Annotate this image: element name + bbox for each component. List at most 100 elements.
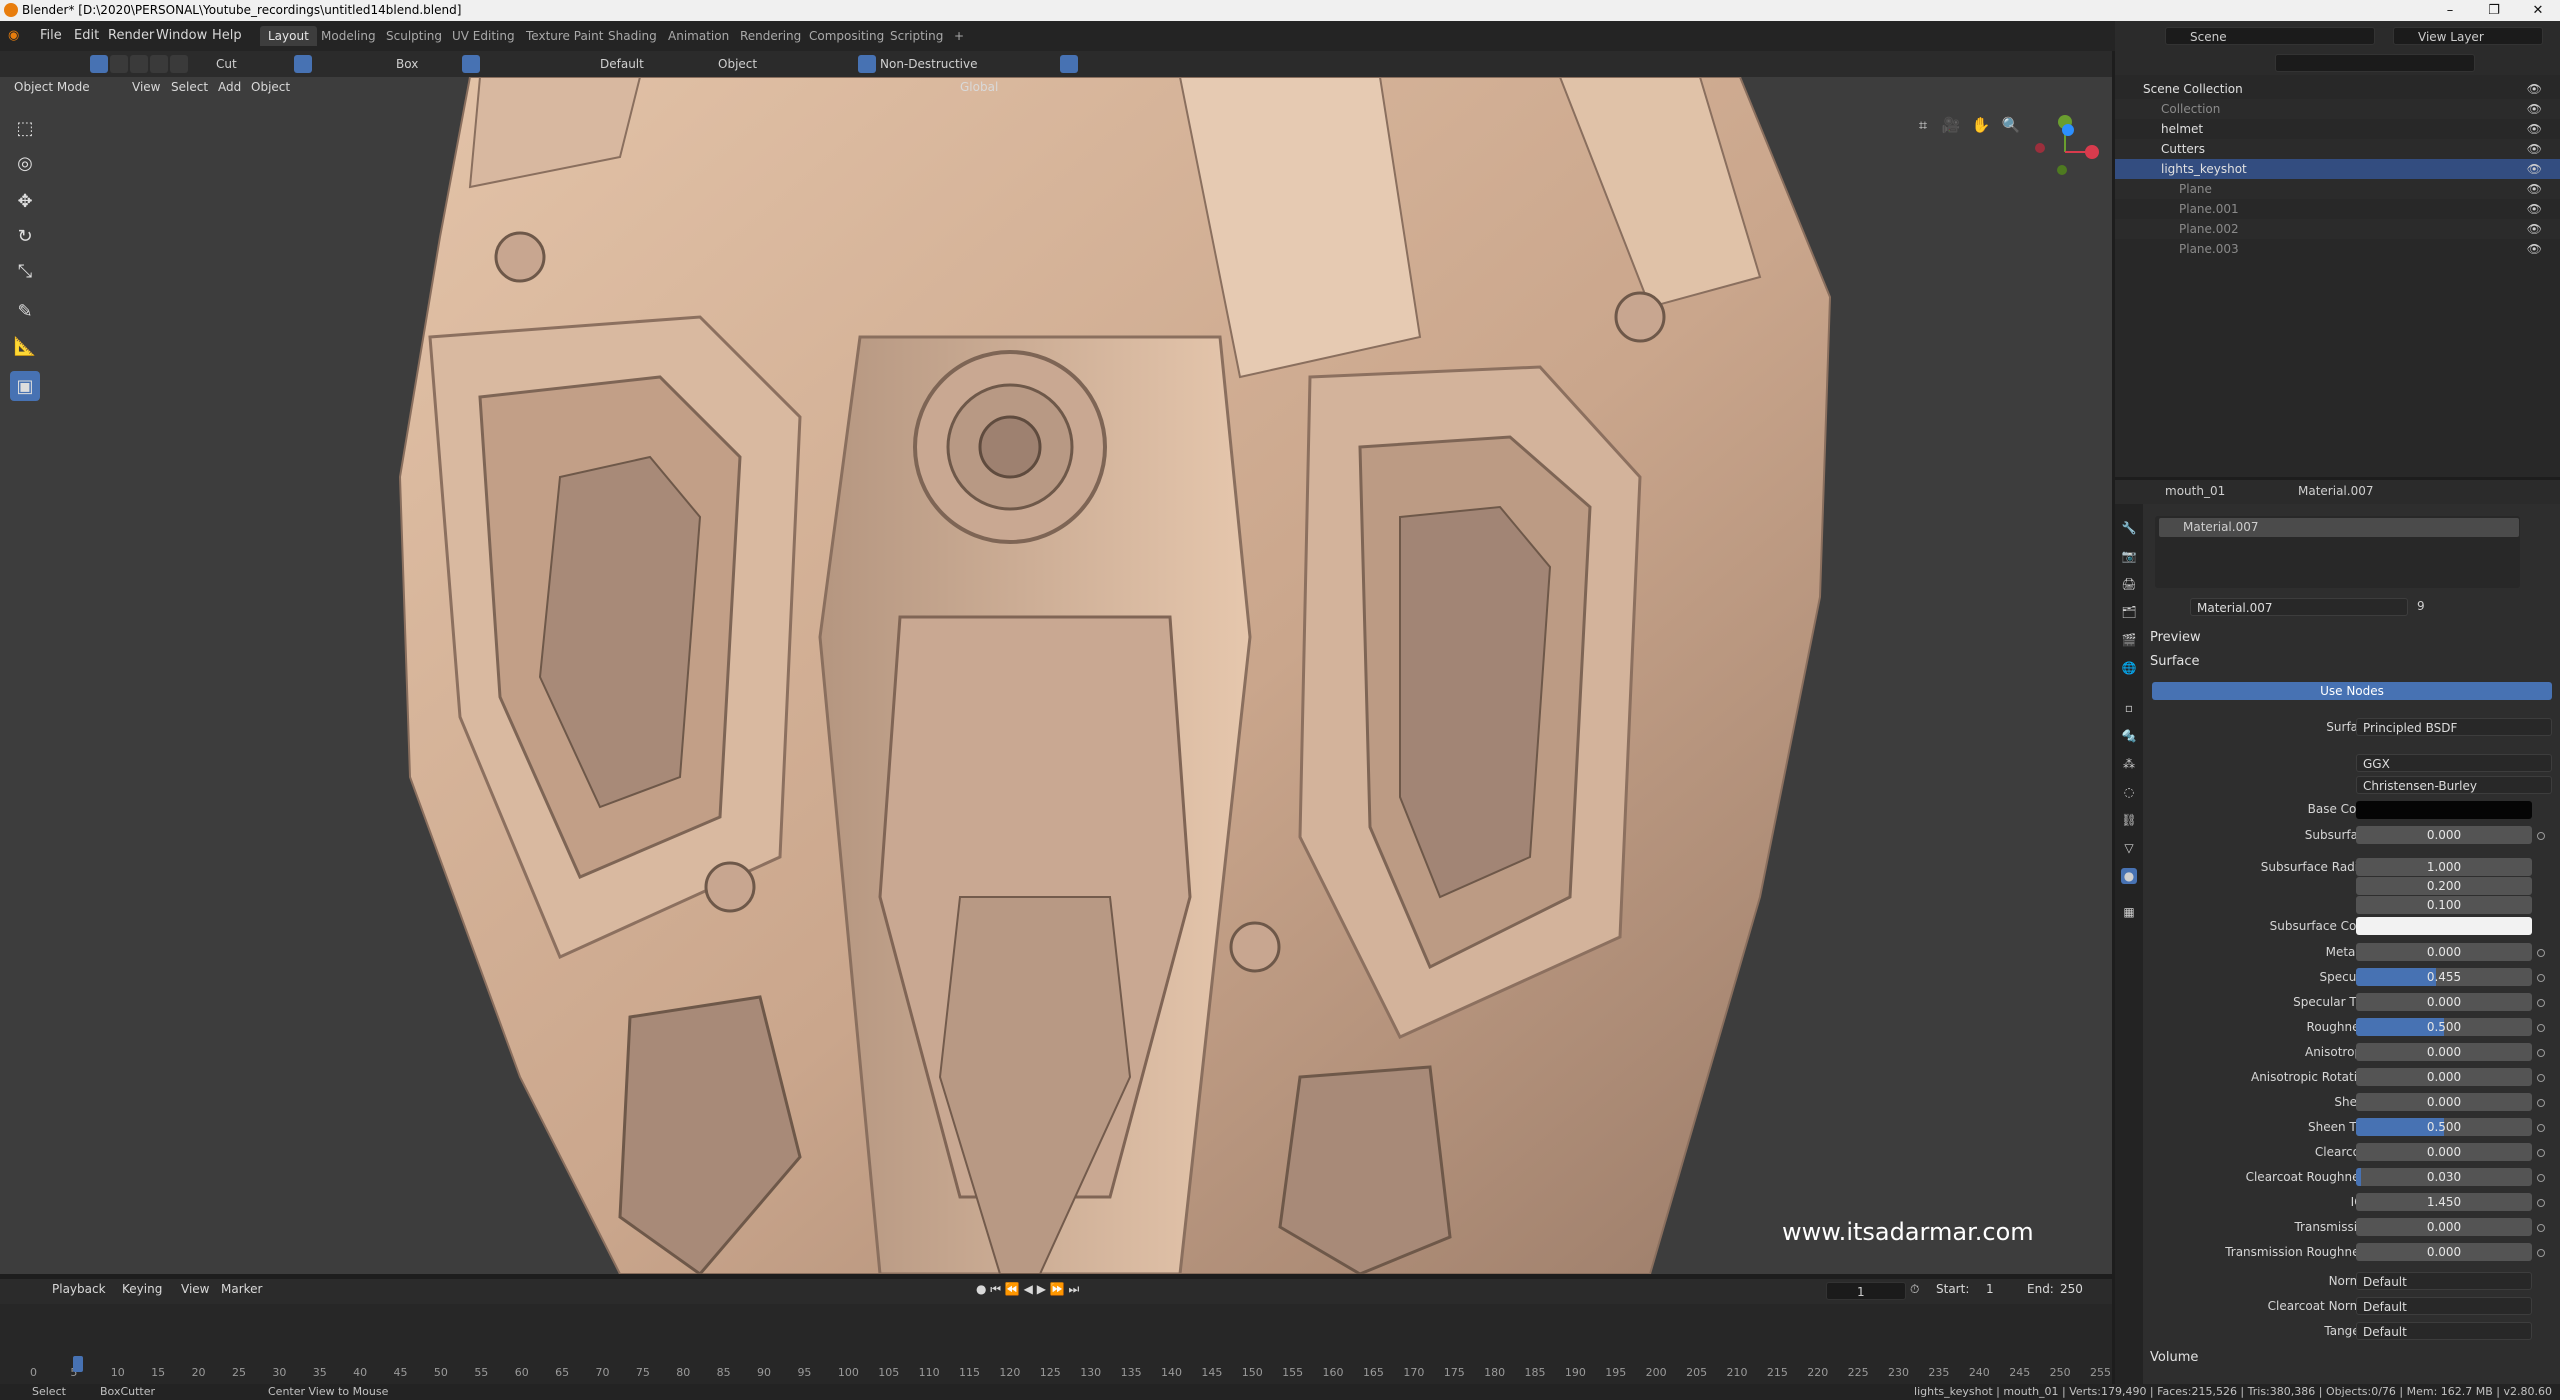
operation-icon[interactable] [462, 55, 480, 73]
3d-viewport[interactable] [0, 77, 2112, 1274]
outliner-row[interactable]: Collection 👁 [2115, 99, 2560, 119]
visibility-eye-icon[interactable]: 👁 [2527, 139, 2542, 159]
close-button[interactable]: ✕ [2516, 0, 2560, 21]
keyframe-dot-icon[interactable] [2537, 974, 2545, 982]
pan-view-icon[interactable]: ✋ [1968, 112, 1994, 138]
texture-tab-icon[interactable]: ▦ [2121, 904, 2137, 920]
visibility-eye-icon[interactable]: 👁 [2527, 219, 2542, 239]
keyframe-dot-icon[interactable] [2537, 1074, 2545, 1082]
render-tab-icon[interactable]: 📷 [2121, 548, 2137, 564]
stopwatch-icon[interactable]: ⏱ [1910, 1282, 1919, 1297]
tab-sculpting[interactable]: Sculpting [378, 26, 450, 46]
current-frame-field[interactable]: 1 [1826, 1282, 1906, 1300]
keyframe-dot-icon[interactable] [2537, 949, 2545, 957]
keyframe-dot-icon[interactable] [2537, 1174, 2545, 1182]
menu-edit[interactable]: Edit [74, 28, 99, 43]
transform-orientation-dropdown[interactable]: Global [960, 80, 998, 94]
outliner-row[interactable]: Cutters 👁 [2115, 139, 2560, 159]
navigation-gizmo[interactable] [2030, 112, 2100, 182]
keyframe-dot-icon[interactable] [2537, 1224, 2545, 1232]
mode-intersect-icon[interactable] [170, 55, 188, 73]
object-dropdown[interactable]: Object [718, 54, 757, 74]
measure-tool-icon[interactable]: 📐 [10, 331, 40, 361]
visibility-eye-icon[interactable]: 👁 [2527, 119, 2542, 139]
mode-new-icon[interactable] [90, 55, 108, 73]
rotate-tool-icon[interactable]: ↻ [10, 221, 40, 251]
default-dropdown[interactable]: Default [600, 54, 644, 74]
scene-tab-icon[interactable]: 🎬 [2121, 632, 2137, 648]
annotate-tool-icon[interactable]: ✎ [10, 296, 40, 326]
keyframe-dot-icon[interactable] [2537, 1024, 2545, 1032]
visibility-eye-icon[interactable]: 👁 [2527, 79, 2542, 99]
start-frame-field[interactable]: 1 [1986, 1282, 1994, 1296]
viewport-object-menu[interactable]: Object [251, 80, 290, 94]
numeric-field[interactable]: 0.000 [2356, 1218, 2532, 1236]
world-tab-icon[interactable]: 🌐 [2121, 660, 2137, 676]
view-layer-field[interactable]: View Layer [2393, 27, 2543, 45]
shape-box-icon[interactable] [294, 55, 312, 73]
visibility-eye-icon[interactable]: 👁 [2527, 99, 2542, 119]
scale-tool-icon[interactable]: ⤡ [10, 256, 40, 286]
menu-file[interactable]: File [40, 28, 62, 43]
toggle-camera-icon[interactable]: ⌗ [1910, 112, 1936, 138]
material-slot-item[interactable]: Material.007 [2159, 518, 2519, 537]
pause-icon[interactable] [1060, 55, 1078, 73]
physics-tab-icon[interactable]: ◌ [2121, 784, 2137, 800]
menu-help[interactable]: Help [212, 28, 242, 43]
normal-dropdown[interactable]: Default [2356, 1272, 2532, 1290]
move-tool-icon[interactable]: ✥ [10, 186, 40, 216]
material-tab-icon[interactable]: ● [2121, 868, 2137, 884]
scene-field[interactable]: Scene [2165, 27, 2375, 45]
numeric-field[interactable]: 0.030 [2356, 1168, 2532, 1186]
tab-rendering[interactable]: Rendering [732, 26, 809, 46]
data-tab-icon[interactable]: ▽ [2121, 840, 2137, 856]
numeric-field[interactable]: 0.000 [2356, 826, 2532, 844]
numeric-field[interactable]: 0.000 [2356, 1043, 2532, 1061]
tab-texture-paint[interactable]: Texture Paint [518, 26, 611, 46]
clearcoat-normal-dropdown[interactable]: Default [2356, 1297, 2532, 1315]
tab-shading[interactable]: Shading [600, 26, 665, 46]
pointer-icon[interactable] [858, 55, 876, 73]
cursor-tool-icon[interactable]: ◎ [10, 148, 40, 178]
subsurface-color-swatch[interactable] [2356, 917, 2532, 935]
outliner-row[interactable]: helmet 👁 [2115, 119, 2560, 139]
numeric-field[interactable]: 0.000 [2356, 1243, 2532, 1261]
zoom-view-icon[interactable]: 🔍 [1998, 112, 2024, 138]
tangent-dropdown[interactable]: Default [2356, 1322, 2532, 1340]
menu-window[interactable]: Window [156, 28, 207, 43]
tab-modeling[interactable]: Modeling [313, 26, 384, 46]
boxcutter-tool-icon[interactable]: ▣ [10, 371, 40, 401]
outliner-search-input[interactable] [2275, 54, 2475, 72]
keyframe-dot-icon[interactable] [2537, 1149, 2545, 1157]
maximize-button[interactable]: ❐ [2472, 0, 2516, 21]
numeric-field[interactable]: 0.000 [2356, 1068, 2532, 1086]
playback-menu[interactable]: Playback [52, 1282, 106, 1296]
cut-dropdown[interactable]: Cut [216, 54, 237, 74]
particles-tab-icon[interactable]: ⁂ [2121, 756, 2137, 772]
mode-subtract-icon[interactable] [130, 55, 148, 73]
subsurface-radius-field[interactable]: 0.100 [2356, 896, 2532, 914]
tab-compositing[interactable]: Compositing [801, 26, 892, 46]
surface-shader-dropdown[interactable]: Principled BSDF [2356, 718, 2552, 736]
surface-section[interactable]: Surface [2150, 654, 2200, 669]
visibility-eye-icon[interactable]: 👁 [2527, 159, 2542, 179]
numeric-field[interactable]: 0.000 [2356, 1093, 2532, 1111]
material-field[interactable]: Material.007 [2190, 598, 2408, 616]
outliner-row[interactable]: Plane.001 👁 [2115, 199, 2560, 219]
tool-tab-icon[interactable]: 🔧 [2121, 520, 2137, 536]
volume-section[interactable]: Volume [2150, 1350, 2198, 1365]
keyframe-dot-icon[interactable] [2537, 1099, 2545, 1107]
numeric-field[interactable]: 0.000 [2356, 943, 2532, 961]
outliner-row[interactable]: Plane 👁 [2115, 179, 2560, 199]
numeric-field[interactable]: 0.455 [2356, 968, 2532, 986]
outliner-row[interactable]: Plane.002 👁 [2115, 219, 2560, 239]
mode-invert-icon[interactable] [150, 55, 168, 73]
subsurface-radius-field[interactable]: 0.200 [2356, 877, 2532, 895]
keyframe-dot-icon[interactable] [2537, 832, 2545, 840]
outliner-row[interactable]: lights_keyshot 👁 [2115, 159, 2560, 179]
add-workspace-button[interactable]: + [946, 26, 972, 46]
object-tab-icon[interactable]: ▫ [2121, 700, 2137, 716]
mode-extend-icon[interactable] [110, 55, 128, 73]
keyframe-dot-icon[interactable] [2537, 1049, 2545, 1057]
keyframe-dot-icon[interactable] [2537, 1199, 2545, 1207]
